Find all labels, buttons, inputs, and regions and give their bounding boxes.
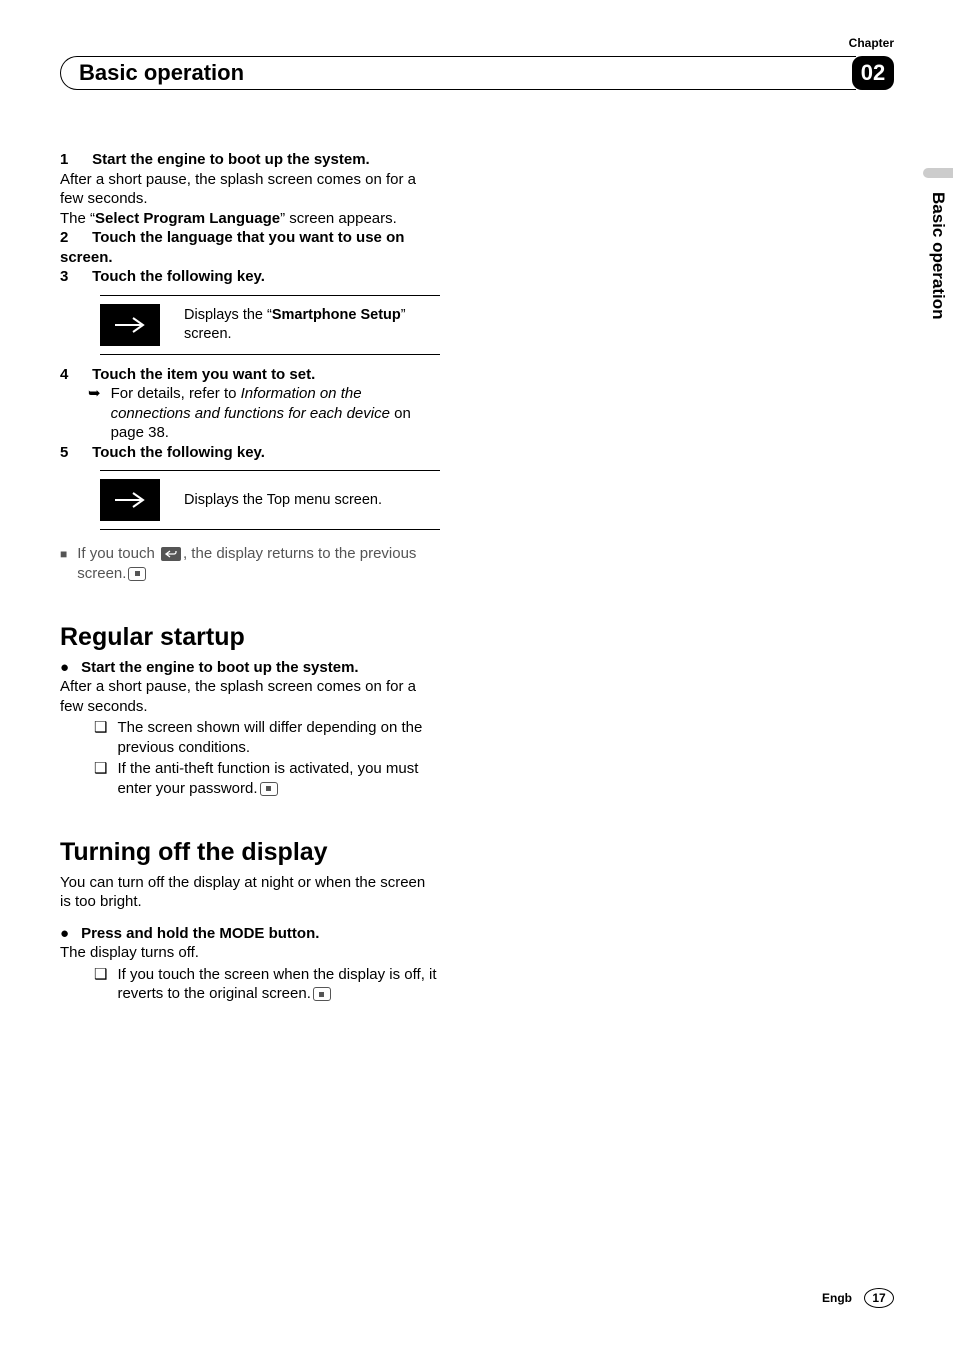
note-text: If the anti-theft function is activated,… — [117, 759, 440, 798]
title-bar: Basic operation 02 — [60, 56, 894, 90]
text: For details, refer to — [111, 385, 241, 402]
step-4-heading: 4 Touch the item you want to set. — [60, 365, 440, 385]
list-item: ❑ If the anti-theft function is activate… — [94, 759, 440, 798]
arrow-right-key-icon — [100, 479, 160, 521]
section-heading-turning-off: Turning off the display — [60, 836, 440, 869]
chapter-label: Chapter — [849, 36, 894, 50]
reference-arrow-icon: ➥ — [88, 384, 101, 443]
note-box-icon: ❑ — [94, 718, 107, 757]
key-description: Displays the Top menu screen. — [184, 491, 382, 510]
square-bullet-icon: ■ — [60, 547, 67, 583]
key-row-1: Displays the “Smartphone Setup” screen. — [100, 295, 440, 355]
regular-notes: ❑ The screen shown will differ depending… — [94, 718, 440, 798]
note-box-icon: ❑ — [94, 965, 107, 1004]
reference-text: For details, refer to Information on the… — [111, 384, 440, 443]
step-number: 5 — [60, 443, 88, 463]
key-row-2: Displays the Top menu screen. — [100, 470, 440, 530]
screen-name: Select Program Language — [95, 210, 280, 227]
note-text: If you touch the screen when the display… — [117, 965, 440, 1004]
page-footer: Engb 17 — [822, 1288, 894, 1308]
step-number: 3 — [60, 267, 88, 287]
bullet-heading: ● Press and hold the MODE button. — [60, 924, 440, 944]
section-end-icon — [260, 782, 278, 796]
title-pill: Basic operation — [60, 56, 856, 90]
step-title: Touch the item you want to set. — [92, 366, 315, 383]
step-number: 2 — [60, 228, 88, 248]
note-text: The screen shown will differ depending o… — [117, 718, 440, 757]
list-item: ❑ The screen shown will differ depending… — [94, 718, 440, 757]
note-text: If you touch , the display returns to th… — [77, 544, 440, 583]
step-number: 1 — [60, 150, 88, 170]
list-item: ❑ If you touch the screen when the displ… — [94, 965, 440, 1004]
main-content: 1 Start the engine to boot up the system… — [60, 150, 440, 1004]
step-1-body-a: After a short pause, the splash screen c… — [60, 170, 440, 209]
bullet-title: Start the engine to boot up the system. — [81, 658, 359, 678]
text: Displays the “ — [184, 307, 272, 323]
screen-name: Smartphone Setup — [272, 307, 401, 323]
bullet-icon: ● — [60, 658, 69, 678]
step-3-heading: 3 Touch the following key. — [60, 267, 440, 287]
back-key-icon — [161, 547, 181, 561]
turnoff-notes: ❑ If you touch the screen when the displ… — [94, 965, 440, 1004]
side-tab: Basic operation — [922, 168, 954, 320]
key-description: Displays the “Smartphone Setup” screen. — [184, 306, 440, 344]
language-code: Engb — [822, 1291, 852, 1305]
regular-body: After a short pause, the splash screen c… — [60, 677, 440, 716]
bullet-icon: ● — [60, 924, 69, 944]
text: The “ — [60, 210, 95, 227]
page-header: Chapter Basic operation 02 — [60, 56, 894, 90]
section-heading-regular-startup: Regular startup — [60, 621, 440, 654]
page: Chapter Basic operation 02 1 Start the e… — [0, 0, 954, 1352]
text: If you touch the screen when the display… — [117, 966, 436, 1003]
step-title: Touch the following key. — [92, 268, 265, 285]
bullet-title: Press and hold the MODE button. — [81, 924, 319, 944]
text: If you touch — [77, 545, 159, 562]
page-number: 17 — [864, 1288, 894, 1308]
step-number: 4 — [60, 365, 88, 385]
section-end-icon — [313, 987, 331, 1001]
side-tab-label: Basic operation — [928, 192, 948, 320]
arrow-right-icon — [113, 490, 147, 510]
turnoff-intro: You can turn off the display at night or… — [60, 873, 440, 912]
turnoff-body: The display turns off. — [60, 943, 440, 963]
arrow-right-key-icon — [100, 304, 160, 346]
step-1-body-b: The “Select Program Language” screen app… — [60, 209, 440, 229]
step-5-heading: 5 Touch the following key. — [60, 443, 440, 463]
step-1-heading: 1 Start the engine to boot up the system… — [60, 150, 440, 170]
step-title: Touch the language that you want to use … — [60, 229, 404, 266]
page-title: Basic operation — [79, 60, 244, 86]
step-2-heading: 2 Touch the language that you want to us… — [60, 228, 440, 267]
back-note: ■ If you touch , the display returns to … — [60, 544, 440, 583]
section-end-icon — [128, 567, 146, 581]
bullet-heading: ● Start the engine to boot up the system… — [60, 658, 440, 678]
step-title: Touch the following key. — [92, 444, 265, 461]
note-box-icon: ❑ — [94, 759, 107, 798]
chapter-number-badge: 02 — [852, 56, 894, 90]
step-title: Start the engine to boot up the system. — [92, 151, 370, 168]
step-4-reference: ➥ For details, refer to Information on t… — [88, 384, 440, 443]
tab-indicator — [923, 168, 953, 178]
arrow-right-icon — [113, 315, 147, 335]
text: ” screen appears. — [280, 210, 397, 227]
